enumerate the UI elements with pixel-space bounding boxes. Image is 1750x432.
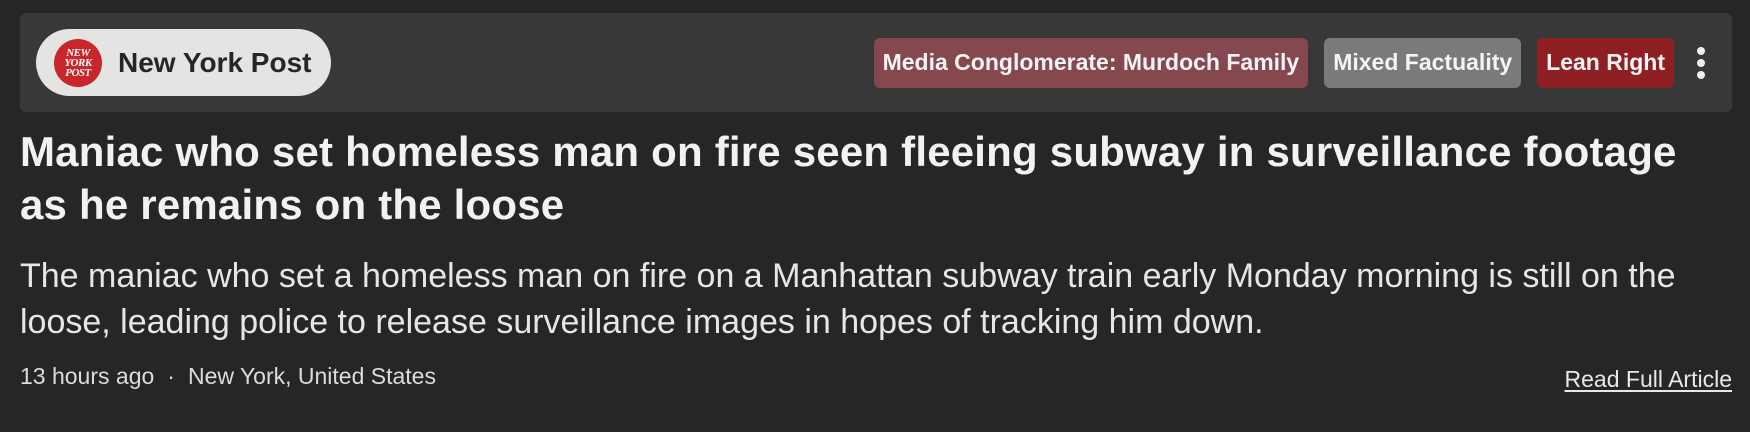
article-location: New York, United States xyxy=(187,363,436,389)
article-headline[interactable]: Maniac who set homeless man on fire seen… xyxy=(20,125,1732,231)
new-york-post-logo-icon: NEW YORK POST xyxy=(54,38,102,87)
bias-badge[interactable]: Lean Right xyxy=(1537,37,1674,88)
badge-group: Media Conglomerate: Murdoch Family Mixed… xyxy=(858,13,1716,112)
article-meta: 13 hours ago · New York, United States xyxy=(20,363,436,390)
source-pill[interactable]: NEW YORK POST New York Post xyxy=(36,29,332,96)
read-full-article-link[interactable]: Read Full Article xyxy=(1565,366,1732,393)
source-bar: NEW YORK POST New York Post Media Conglo… xyxy=(20,13,1732,112)
logo-line: NEW xyxy=(66,46,90,59)
factuality-badge[interactable]: Mixed Factuality xyxy=(1324,37,1522,88)
article-card: NEW YORK POST New York Post Media Conglo… xyxy=(0,0,1750,432)
article-time: 13 hours ago xyxy=(20,363,155,389)
source-name: New York Post xyxy=(118,46,312,78)
logo-line: POST xyxy=(65,66,91,79)
logo-line: YORK xyxy=(64,56,92,69)
ownership-badge[interactable]: Media Conglomerate: Murdoch Family xyxy=(873,37,1309,88)
vertical-ellipsis-icon xyxy=(1697,46,1705,79)
article-summary: The maniac who set a homeless man on fir… xyxy=(20,257,1676,341)
more-options-button[interactable] xyxy=(1686,38,1716,88)
meta-separator: · xyxy=(167,363,175,389)
